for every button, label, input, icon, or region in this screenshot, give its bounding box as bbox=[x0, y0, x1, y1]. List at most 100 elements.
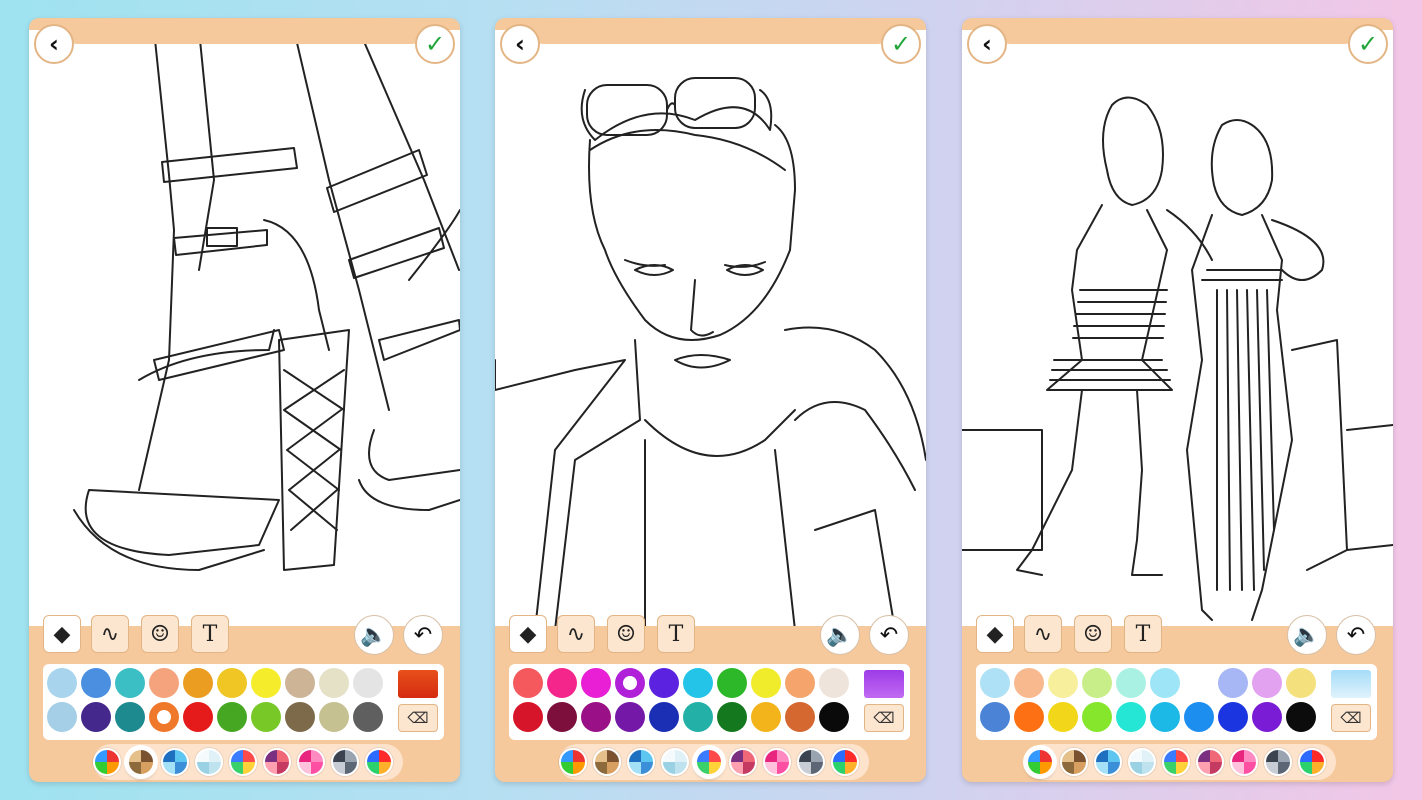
color-swatch[interactable] bbox=[149, 702, 179, 732]
color-swatch[interactable] bbox=[1252, 668, 1282, 698]
sticker-tool-button[interactable]: ☺ bbox=[141, 615, 179, 653]
color-swatch[interactable] bbox=[513, 702, 543, 732]
color-swatch[interactable] bbox=[980, 668, 1010, 698]
color-swatch[interactable] bbox=[1286, 668, 1316, 698]
color-swatch[interactable] bbox=[717, 702, 747, 732]
eraser-button[interactable]: ⌫ bbox=[864, 704, 904, 732]
text-tool-button[interactable]: T bbox=[657, 615, 695, 653]
color-swatch[interactable] bbox=[1116, 702, 1146, 732]
color-swatch[interactable] bbox=[649, 702, 679, 732]
color-swatch[interactable] bbox=[183, 702, 213, 732]
color-swatch[interactable] bbox=[1218, 668, 1248, 698]
eraser-button[interactable]: ⌫ bbox=[1331, 704, 1371, 732]
texture-swatch[interactable] bbox=[1331, 670, 1371, 698]
color-swatch[interactable] bbox=[1082, 702, 1112, 732]
color-swatch[interactable] bbox=[547, 702, 577, 732]
color-swatch[interactable] bbox=[615, 702, 645, 732]
color-set-button[interactable] bbox=[161, 748, 189, 776]
color-swatch[interactable] bbox=[819, 668, 849, 698]
color-swatch[interactable] bbox=[183, 668, 213, 698]
color-swatch[interactable] bbox=[581, 702, 611, 732]
color-set-button[interactable] bbox=[1162, 748, 1190, 776]
drawing-canvas[interactable] bbox=[495, 30, 926, 626]
coloring-page-art[interactable] bbox=[29, 30, 460, 626]
color-set-button[interactable] bbox=[729, 748, 757, 776]
color-set-button[interactable] bbox=[365, 748, 393, 776]
color-swatch[interactable] bbox=[980, 702, 1010, 732]
color-swatch[interactable] bbox=[285, 668, 315, 698]
color-swatch[interactable] bbox=[115, 668, 145, 698]
brush-tool-button[interactable]: ∿ bbox=[91, 615, 129, 653]
color-swatch[interactable] bbox=[513, 668, 543, 698]
sound-button[interactable]: 🔈 bbox=[354, 615, 394, 655]
brush-tool-button[interactable]: ∿ bbox=[1024, 615, 1062, 653]
color-swatch[interactable] bbox=[1252, 702, 1282, 732]
color-swatch[interactable] bbox=[81, 668, 111, 698]
color-swatch[interactable] bbox=[683, 702, 713, 732]
color-swatch[interactable] bbox=[615, 668, 645, 698]
color-swatch[interactable] bbox=[547, 668, 577, 698]
color-set-button[interactable] bbox=[559, 748, 587, 776]
color-swatch[interactable] bbox=[81, 702, 111, 732]
sound-button[interactable]: 🔈 bbox=[1287, 615, 1327, 655]
fill-bucket-tool-button[interactable]: ◆ bbox=[43, 615, 81, 653]
brush-tool-button[interactable]: ∿ bbox=[557, 615, 595, 653]
color-set-button[interactable] bbox=[1128, 748, 1156, 776]
color-swatch[interactable] bbox=[217, 668, 247, 698]
eraser-button[interactable]: ⌫ bbox=[398, 704, 438, 732]
color-set-button[interactable] bbox=[263, 748, 291, 776]
color-set-button[interactable] bbox=[1230, 748, 1258, 776]
drawing-canvas[interactable] bbox=[962, 30, 1393, 626]
color-swatch[interactable] bbox=[751, 702, 781, 732]
color-set-button[interactable] bbox=[593, 748, 621, 776]
color-set-button[interactable] bbox=[127, 748, 155, 776]
color-swatch[interactable] bbox=[353, 668, 383, 698]
color-set-button[interactable] bbox=[1196, 748, 1224, 776]
back-button[interactable]: ‹ bbox=[967, 24, 1007, 64]
color-swatch[interactable] bbox=[1014, 702, 1044, 732]
color-swatch[interactable] bbox=[1286, 702, 1316, 732]
color-swatch[interactable] bbox=[285, 702, 315, 732]
color-swatch[interactable] bbox=[1150, 668, 1180, 698]
sticker-tool-button[interactable]: ☺ bbox=[1074, 615, 1112, 653]
color-swatch[interactable] bbox=[217, 702, 247, 732]
texture-swatch[interactable] bbox=[864, 670, 904, 698]
color-set-button[interactable] bbox=[331, 748, 359, 776]
color-swatch[interactable] bbox=[1184, 668, 1214, 698]
back-button[interactable]: ‹ bbox=[34, 24, 74, 64]
color-swatch[interactable] bbox=[819, 702, 849, 732]
color-set-button[interactable] bbox=[831, 748, 859, 776]
color-swatch[interactable] bbox=[1184, 702, 1214, 732]
color-set-button[interactable] bbox=[195, 748, 223, 776]
color-swatch[interactable] bbox=[1082, 668, 1112, 698]
color-set-button[interactable] bbox=[1026, 748, 1054, 776]
color-swatch[interactable] bbox=[251, 702, 281, 732]
color-swatch[interactable] bbox=[251, 668, 281, 698]
undo-button[interactable]: ↶ bbox=[1336, 615, 1376, 655]
color-set-button[interactable] bbox=[229, 748, 257, 776]
back-button[interactable]: ‹ bbox=[500, 24, 540, 64]
color-swatch[interactable] bbox=[319, 702, 349, 732]
fill-bucket-tool-button[interactable]: ◆ bbox=[976, 615, 1014, 653]
color-set-button[interactable] bbox=[627, 748, 655, 776]
color-swatch[interactable] bbox=[1150, 702, 1180, 732]
fill-bucket-tool-button[interactable]: ◆ bbox=[509, 615, 547, 653]
color-swatch[interactable] bbox=[649, 668, 679, 698]
color-swatch[interactable] bbox=[149, 668, 179, 698]
color-set-button[interactable] bbox=[797, 748, 825, 776]
color-swatch[interactable] bbox=[581, 668, 611, 698]
color-set-button[interactable] bbox=[763, 748, 791, 776]
color-swatch[interactable] bbox=[1014, 668, 1044, 698]
drawing-canvas[interactable] bbox=[29, 30, 460, 626]
texture-swatch[interactable] bbox=[398, 670, 438, 698]
color-set-button[interactable] bbox=[1060, 748, 1088, 776]
sticker-tool-button[interactable]: ☺ bbox=[607, 615, 645, 653]
sound-button[interactable]: 🔈 bbox=[820, 615, 860, 655]
color-swatch[interactable] bbox=[47, 702, 77, 732]
done-button[interactable]: ✓ bbox=[881, 24, 921, 64]
coloring-page-art[interactable] bbox=[962, 30, 1393, 626]
text-tool-button[interactable]: T bbox=[191, 615, 229, 653]
coloring-page-art[interactable] bbox=[495, 30, 926, 626]
color-set-button[interactable] bbox=[1298, 748, 1326, 776]
color-swatch[interactable] bbox=[1218, 702, 1248, 732]
